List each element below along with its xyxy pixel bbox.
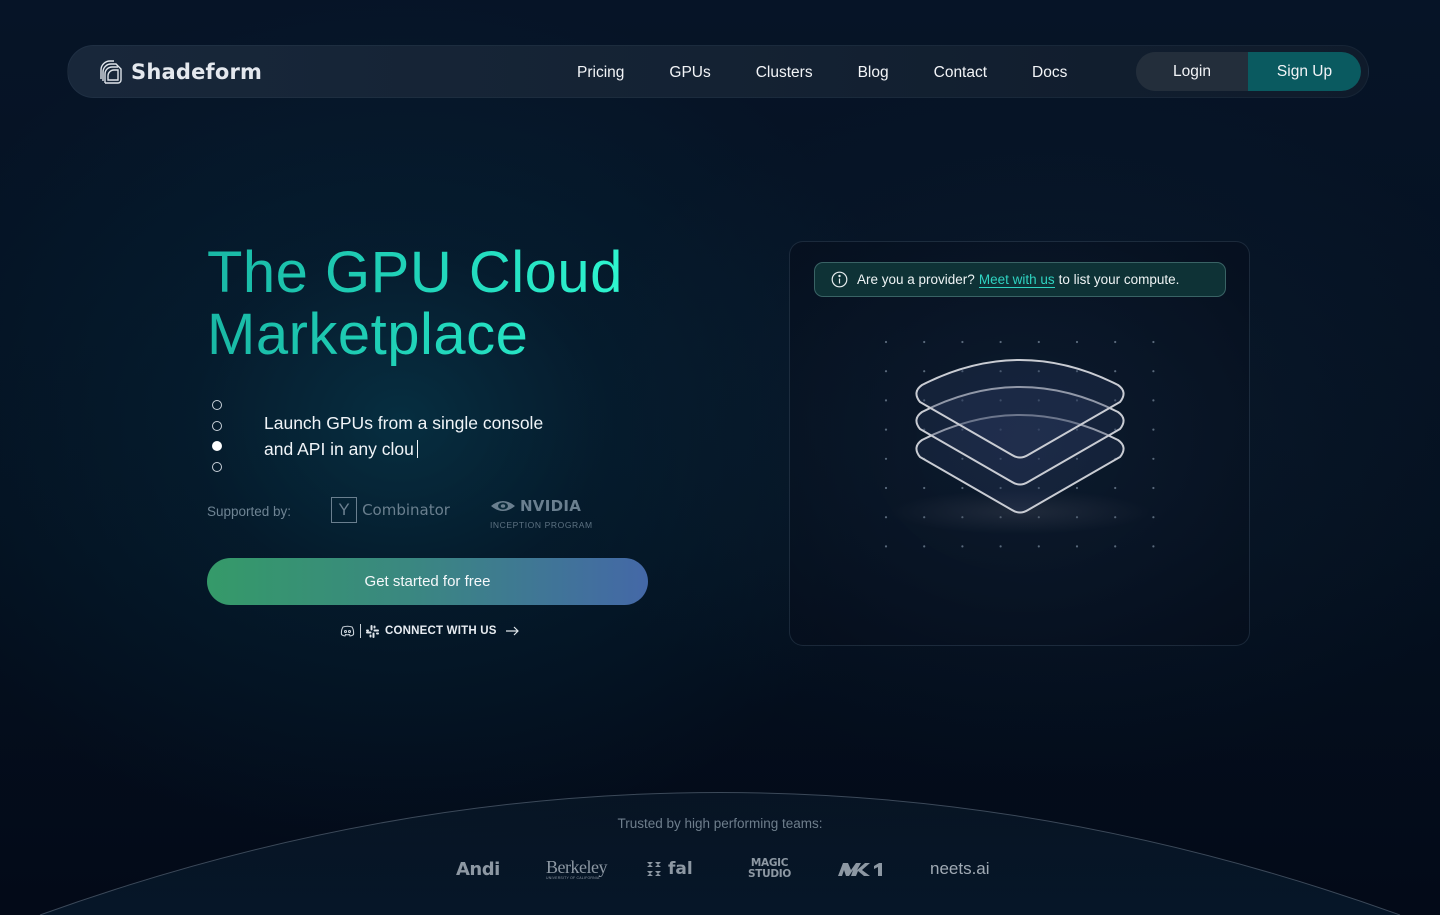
hero-subtitle-line2: and API in any clou bbox=[264, 439, 414, 459]
grid-dot bbox=[884, 486, 888, 490]
hero-subtitle: Launch GPUs from a single console and AP… bbox=[264, 410, 604, 462]
discord-icon bbox=[340, 625, 355, 637]
mk1-wordmark bbox=[838, 863, 882, 876]
grid-dot bbox=[1075, 486, 1079, 490]
grid-dot bbox=[961, 340, 964, 344]
horizon-curve bbox=[39, 792, 1401, 915]
notice-text-after: to list your compute. bbox=[1058, 272, 1180, 287]
hero-title-line2: Marketplace bbox=[207, 302, 529, 367]
connect-text: CONNECT WITH US bbox=[385, 625, 497, 637]
provider-panel: Are you a provider? Meet with us to list… bbox=[789, 241, 1250, 646]
login-button[interactable]: Login bbox=[1136, 52, 1248, 91]
grid-dot bbox=[1152, 428, 1155, 431]
notice-text-before: Are you a provider? bbox=[857, 272, 975, 287]
info-icon bbox=[831, 271, 848, 288]
grid-dot bbox=[884, 340, 888, 344]
logo-fal: fal bbox=[646, 852, 693, 886]
berkeley-text: Berkeley bbox=[546, 857, 607, 877]
grid-dot bbox=[1037, 545, 1040, 548]
brand-name: Shadeform bbox=[131, 59, 263, 84]
arrow-right-icon bbox=[505, 626, 519, 636]
signup-button[interactable]: Sign Up bbox=[1248, 52, 1361, 91]
grid-dot bbox=[1114, 486, 1117, 490]
hero-subtitle-line1: Launch GPUs from a single console bbox=[264, 413, 544, 433]
carousel-dot[interactable] bbox=[212, 400, 222, 410]
grid-dot bbox=[1075, 545, 1079, 548]
grid-dot bbox=[1037, 340, 1040, 344]
nvidia-eye-icon bbox=[490, 501, 515, 511]
logo-andi: Andi bbox=[456, 858, 500, 880]
nvidia-subtext: INCEPTION PROGRAM bbox=[489, 520, 593, 530]
grid-dot bbox=[1152, 486, 1155, 490]
stacked-layers-illustration bbox=[884, 340, 1155, 548]
meet-with-us-link[interactable]: Meet with us bbox=[978, 272, 1055, 288]
nav-link-pricing[interactable]: Pricing bbox=[577, 64, 624, 82]
typing-cursor bbox=[416, 440, 419, 458]
fal-text: fal bbox=[668, 859, 693, 879]
logo-neets-ai: neets.ai bbox=[930, 859, 990, 878]
carousel-indicators bbox=[212, 400, 222, 482]
grid-dot bbox=[923, 340, 926, 344]
provider-notice: Are you a provider? Meet with us to list… bbox=[814, 262, 1226, 297]
grid-dot bbox=[1152, 340, 1155, 344]
fal-mark-icon bbox=[647, 862, 661, 876]
logo-mk1 bbox=[838, 852, 886, 886]
nav-link-gpus[interactable]: GPUs bbox=[669, 64, 710, 82]
trusted-by-label: Trusted by high performing teams: bbox=[617, 816, 823, 831]
grid-dot bbox=[884, 545, 888, 548]
layered-squares-logo-icon bbox=[100, 59, 122, 84]
grid-dot bbox=[884, 457, 888, 460]
grid-dot bbox=[884, 516, 888, 519]
grid-dot bbox=[961, 545, 964, 548]
customer-logos: Andi Berkeley UNIVERSITY OF CALIFORNIA f… bbox=[0, 852, 1440, 886]
grid-dot bbox=[1152, 370, 1155, 373]
grid-dot bbox=[884, 370, 888, 373]
grid-dot bbox=[923, 545, 926, 548]
nvidia-text: NVIDIA bbox=[519, 497, 582, 515]
hero-title-line1: The GPU Cloud bbox=[207, 240, 623, 305]
carousel-dot[interactable] bbox=[212, 420, 222, 431]
ycombinator-logo: Y Combinator bbox=[331, 497, 450, 523]
connect-with-us-link[interactable]: CONNECT WITH US bbox=[340, 624, 520, 638]
studio-text: STUDIO bbox=[748, 868, 791, 880]
supported-by: Supported by: Y Combinator NVIDIA INCEPT… bbox=[207, 497, 593, 530]
separator bbox=[360, 624, 361, 638]
logo-magic-studio: MAGIC STUDIO bbox=[748, 852, 791, 886]
grid-dot bbox=[1152, 457, 1155, 460]
nav-links: Pricing GPUs Clusters Blog Contact Docs bbox=[577, 46, 1112, 99]
grid-dot bbox=[999, 340, 1002, 344]
grid-dot bbox=[923, 370, 926, 373]
hero-title: The GPU Cloud Marketplace bbox=[207, 242, 623, 366]
grid-dot bbox=[1114, 545, 1117, 548]
brand-logo[interactable]: Shadeform bbox=[98, 59, 262, 85]
yc-text: Combinator bbox=[362, 501, 450, 519]
grid-dot bbox=[884, 428, 888, 431]
nav-link-docs[interactable]: Docs bbox=[1032, 64, 1067, 82]
logo-berkeley: Berkeley UNIVERSITY OF CALIFORNIA bbox=[546, 852, 607, 886]
grid-dot bbox=[884, 399, 888, 402]
grid-dot bbox=[1152, 516, 1155, 519]
get-started-button[interactable]: Get started for free bbox=[207, 558, 648, 605]
grid-dot bbox=[999, 545, 1002, 548]
auth-buttons: Login Sign Up bbox=[1136, 52, 1361, 91]
nav-link-contact[interactable]: Contact bbox=[934, 64, 987, 82]
top-navbar: Shadeform Pricing GPUs Clusters Blog Con… bbox=[67, 45, 1369, 98]
grid-dot bbox=[1152, 545, 1155, 548]
grid-dot bbox=[1075, 340, 1079, 344]
nav-link-clusters[interactable]: Clusters bbox=[756, 64, 813, 82]
nvidia-inception-logo: NVIDIA INCEPTION PROGRAM bbox=[490, 497, 593, 530]
grid-dot bbox=[1114, 370, 1117, 373]
berkeley-subtext: UNIVERSITY OF CALIFORNIA bbox=[546, 876, 600, 880]
carousel-dot-active[interactable] bbox=[212, 441, 222, 451]
yc-mark: Y bbox=[331, 497, 358, 523]
nav-link-blog[interactable]: Blog bbox=[858, 64, 889, 82]
supported-by-label: Supported by: bbox=[207, 504, 292, 519]
grid-dot bbox=[1152, 399, 1155, 402]
carousel-dot[interactable] bbox=[212, 461, 222, 472]
slack-icon bbox=[366, 624, 379, 638]
grid-dot bbox=[961, 486, 964, 490]
stacked-layers-icon bbox=[915, 359, 1125, 514]
grid-dot bbox=[923, 486, 926, 490]
grid-dot bbox=[1114, 340, 1117, 344]
